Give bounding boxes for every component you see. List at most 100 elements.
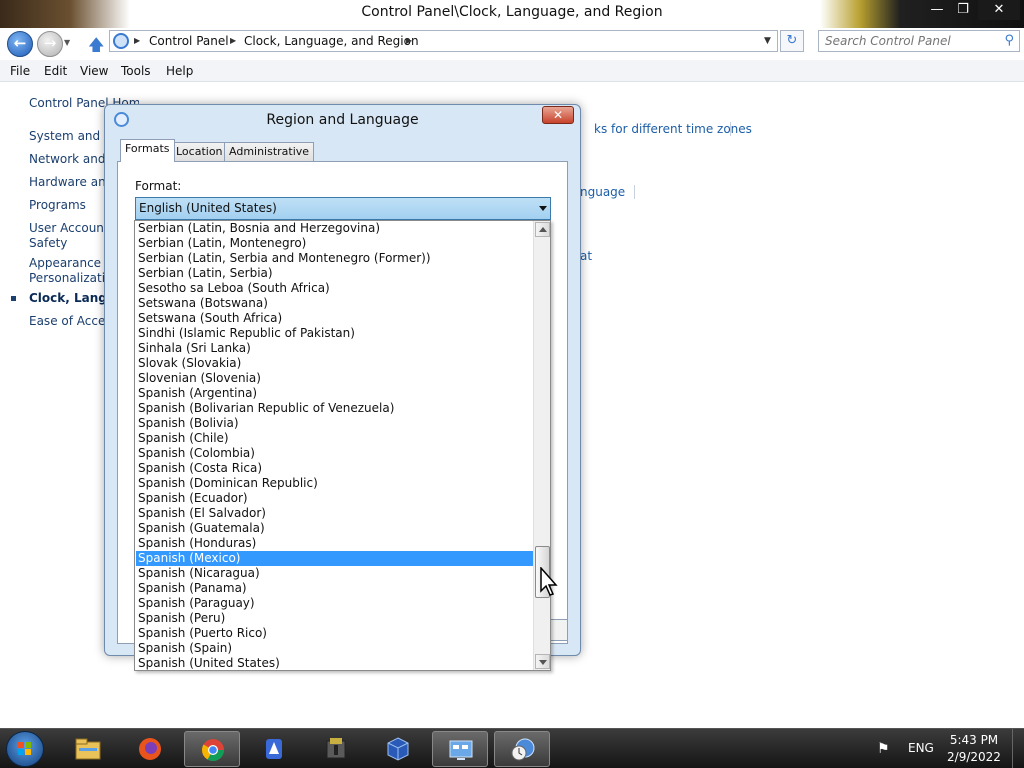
chevron-right-icon[interactable]: ▶ <box>406 36 412 45</box>
format-option[interactable]: Spanish (Argentina) <box>136 386 533 401</box>
address-dropdown-icon[interactable]: ▼ <box>764 36 771 46</box>
chevron-right-icon[interactable]: ▶ <box>230 36 236 45</box>
format-option[interactable]: Spanish (Puerto Rico) <box>136 626 533 641</box>
format-option[interactable]: Sindhi (Islamic Republic of Pakistan) <box>136 326 533 341</box>
format-option[interactable]: Spanish (Guatemala) <box>136 521 533 536</box>
action-center-flag-icon[interactable]: ⚑ <box>877 741 890 757</box>
close-icon: ✕ <box>552 108 564 122</box>
search-box[interactable]: ⚲ <box>818 30 1020 52</box>
nav-personalization[interactable]: Personalization <box>29 271 109 285</box>
menu-tools[interactable]: Tools <box>121 64 151 78</box>
scroll-down-button[interactable] <box>535 654 550 669</box>
taskbar-chrome[interactable] <box>184 731 240 767</box>
address-field[interactable]: ▶ Control Panel ▶ Clock, Language, and R… <box>109 30 778 52</box>
format-options-list[interactable]: Serbian (Latin, Bosnia and Herzegovina) S… <box>134 220 551 671</box>
format-option[interactable]: Spanish (Bolivarian Republic of Venezuel… <box>136 401 533 416</box>
nav-network-internet[interactable]: Network and Internet <box>29 152 109 166</box>
format-option[interactable]: Serbian (Latin, Serbia) <box>136 266 533 281</box>
nav-programs[interactable]: Programs <box>29 198 109 212</box>
taskbar-control-panel[interactable] <box>432 731 488 767</box>
chevron-right-icon[interactable]: ▶ <box>134 36 140 45</box>
minimize-button[interactable]: — <box>924 0 950 20</box>
tab-location[interactable]: Location <box>171 142 228 162</box>
breadcrumb-clock-language-region[interactable]: Clock, Language, and Region <box>244 34 419 48</box>
dialog-close-button[interactable]: ✕ <box>542 106 574 124</box>
taskbar-archive[interactable] <box>308 731 364 767</box>
search-input[interactable] <box>819 31 995 51</box>
taskbar-app[interactable] <box>246 731 302 767</box>
format-option[interactable]: Serbian (Latin, Bosnia and Herzegovina) <box>136 221 533 236</box>
forward-button[interactable]: → <box>37 31 63 57</box>
close-button[interactable]: ✕ <box>978 0 1020 20</box>
mouse-pointer-icon <box>540 567 558 596</box>
refresh-icon: ↻ <box>786 33 798 48</box>
format-option[interactable]: Spanish (Bolivia) <box>136 416 533 431</box>
up-arrow-icon[interactable]: 🡅 <box>88 34 104 61</box>
change-language-link[interactable]: nguage <box>580 185 625 199</box>
format-option[interactable]: Spanish (Colombia) <box>136 446 533 461</box>
format-option[interactable]: Slovak (Slovakia) <box>136 356 533 371</box>
tab-administrative[interactable]: Administrative <box>224 142 315 162</box>
nav-appearance[interactable]: Appearance and <box>29 256 109 270</box>
format-option[interactable]: Sinhala (Sri Lanka) <box>136 341 533 356</box>
format-dropdown[interactable]: English (United States) <box>135 197 551 220</box>
taskbar-virtualbox[interactable] <box>370 731 426 767</box>
tab-formats[interactable]: Formats <box>120 139 175 162</box>
dropdown-arrow-icon <box>539 206 547 211</box>
change-format-link[interactable]: at <box>580 249 592 263</box>
format-option[interactable]: Sesotho sa Leboa (South Africa) <box>136 281 533 296</box>
format-option[interactable]: Spanish (Spain) <box>136 641 533 656</box>
show-desktop-button[interactable] <box>1012 729 1024 768</box>
taskbar-firefox[interactable] <box>122 731 178 767</box>
scroll-up-button[interactable] <box>535 222 550 237</box>
taskbar-clock-language[interactable] <box>494 731 550 767</box>
taskbar-file-explorer[interactable] <box>60 731 116 767</box>
nav-user-accounts-safety[interactable]: Safety <box>29 236 109 250</box>
back-arrow-icon: ← <box>13 34 27 52</box>
refresh-button[interactable]: ↻ <box>780 30 804 52</box>
breadcrumb-control-panel[interactable]: Control Panel <box>149 34 229 48</box>
scroll-down-icon <box>539 660 547 665</box>
format-option[interactable]: Spanish (Chile) <box>136 431 533 446</box>
format-option[interactable]: Spanish (Dominican Republic) <box>136 476 533 491</box>
format-option[interactable]: Spanish (Peru) <box>136 611 533 626</box>
nav-user-accounts[interactable]: User Accounts and <box>29 221 109 235</box>
menu-help[interactable]: Help <box>166 64 193 78</box>
restore-button[interactable]: ❐ <box>950 0 976 20</box>
nav-system-security[interactable]: System and Security <box>29 129 109 143</box>
language-indicator[interactable]: ENG <box>908 741 934 755</box>
format-option[interactable]: Serbian (Latin, Serbia and Montenegro (F… <box>136 251 533 266</box>
format-option[interactable]: Spanish (Costa Rica) <box>136 461 533 476</box>
format-option[interactable]: Setswana (Botswana) <box>136 296 533 311</box>
format-option[interactable]: Serbian (Latin, Montenegro) <box>136 236 533 251</box>
format-option[interactable]: Spanish (Panama) <box>136 581 533 596</box>
list-scrollbar[interactable] <box>533 221 550 670</box>
menu-file[interactable]: File <box>10 64 30 78</box>
back-button[interactable]: ← <box>7 31 33 57</box>
clock-time[interactable]: 5:43 PM <box>946 733 1002 747</box>
menu-edit[interactable]: Edit <box>44 64 67 78</box>
format-option[interactable]: Slovenian (Slovenia) <box>136 371 533 386</box>
chrome-icon <box>202 739 224 761</box>
history-dropdown-icon[interactable]: ▼ <box>64 38 70 47</box>
format-option[interactable]: Spanish (Paraguay) <box>136 596 533 611</box>
format-option[interactable]: Spanish (El Salvador) <box>136 506 533 521</box>
clock-date[interactable]: 2/9/2022 <box>946 750 1002 764</box>
nav-clock-language-region[interactable]: Clock, Language, and Region <box>29 291 109 305</box>
menu-view[interactable]: View <box>80 64 108 78</box>
format-option-selected[interactable]: Spanish (Mexico) <box>136 551 533 566</box>
control-panel-icon <box>449 740 473 760</box>
format-option[interactable]: Spanish (Nicaragua) <box>136 566 533 581</box>
format-option[interactable]: Setswana (South Africa) <box>136 311 533 326</box>
control-panel-icon <box>113 33 129 49</box>
format-option[interactable]: Spanish (Honduras) <box>136 536 533 551</box>
search-icon[interactable]: ⚲ <box>1004 33 1014 48</box>
format-option[interactable]: Spanish (United States) <box>136 656 533 670</box>
virtualbox-icon <box>387 737 409 761</box>
forward-arrow-icon: → <box>43 34 57 52</box>
start-button[interactable] <box>6 731 44 767</box>
nav-hardware-sound[interactable]: Hardware and Sound <box>29 175 109 189</box>
nav-ease-of-access[interactable]: Ease of Access <box>29 314 109 328</box>
time-zones-link[interactable]: ks for different time zones <box>594 122 752 136</box>
format-option[interactable]: Spanish (Ecuador) <box>136 491 533 506</box>
